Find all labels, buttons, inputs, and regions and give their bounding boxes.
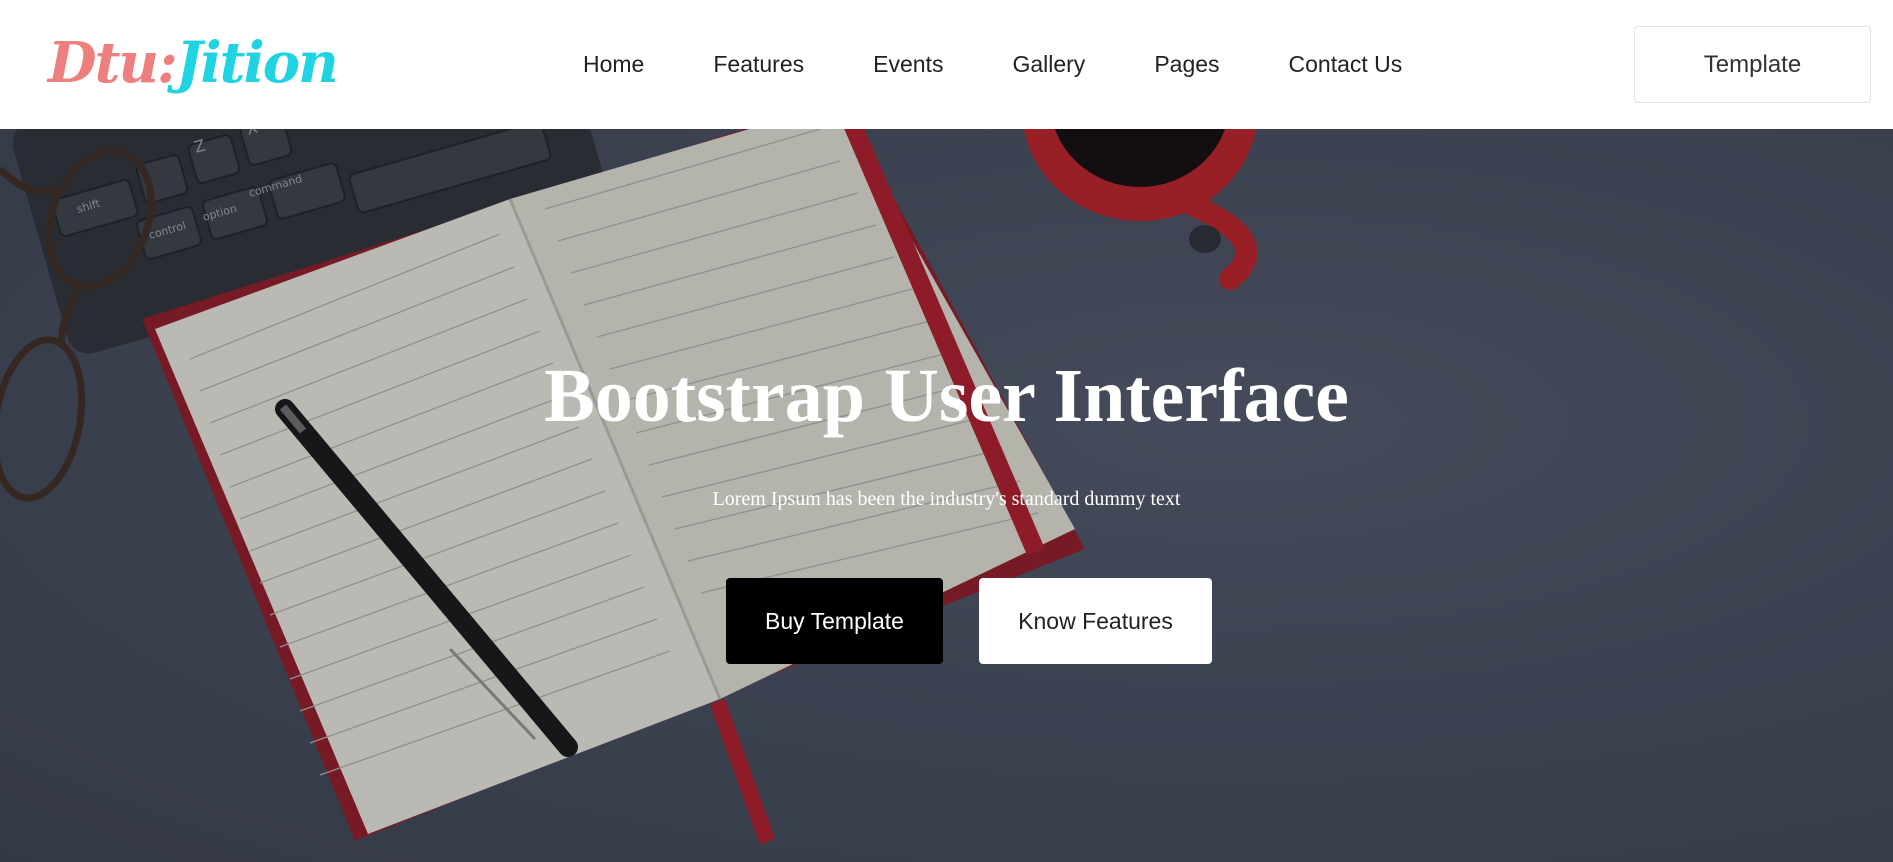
hero-subtitle: Lorem Ipsum has been the industry's stan… — [712, 488, 1181, 510]
logo-text-part2: Jition — [175, 30, 339, 96]
nav-events[interactable]: Events — [873, 44, 943, 84]
hero-section: shift control option command Z X — [0, 129, 1893, 862]
know-features-button[interactable]: Know Features — [979, 578, 1212, 664]
main-nav: Home Features Events Gallery Pages Conta… — [583, 44, 1402, 84]
nav-home[interactable]: Home — [583, 44, 644, 84]
nav-features[interactable]: Features — [713, 44, 804, 84]
site-header: Dtu:Jition Home Features Events Gallery … — [0, 0, 1893, 129]
nav-pages[interactable]: Pages — [1154, 44, 1219, 84]
buy-template-button[interactable]: Buy Template — [726, 578, 943, 664]
template-button[interactable]: Template — [1634, 26, 1871, 103]
brand-logo[interactable]: Dtu:Jition — [48, 28, 339, 98]
nav-contact-us[interactable]: Contact Us — [1289, 44, 1403, 84]
nav-gallery[interactable]: Gallery — [1012, 44, 1085, 84]
logo-text-part1: Dtu: — [48, 30, 178, 96]
hero-title: Bootstrap User Interface — [544, 354, 1349, 438]
